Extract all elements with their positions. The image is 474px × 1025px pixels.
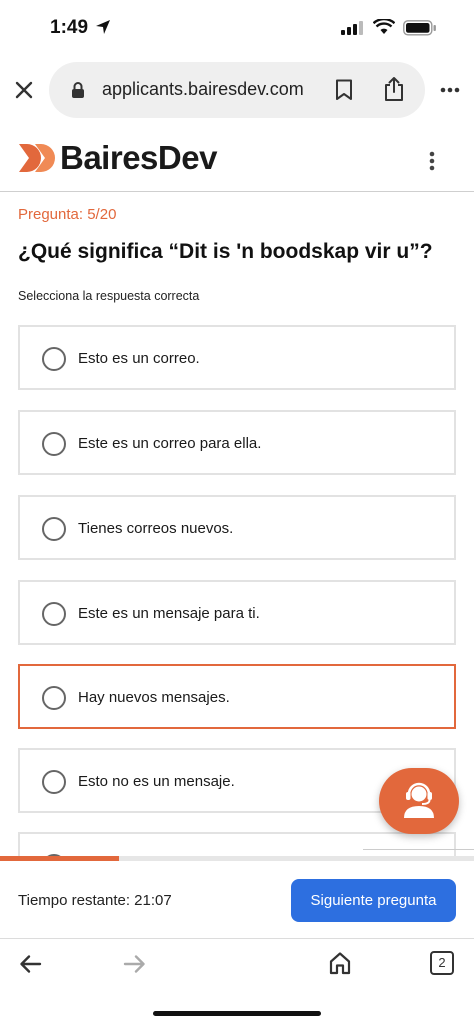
battery-icon [403, 20, 436, 36]
radio-icon[interactable] [42, 770, 66, 794]
status-time: 1:49 [50, 17, 89, 38]
share-icon[interactable] [383, 76, 405, 102]
next-question-button[interactable]: Siguiente pregunta [291, 879, 456, 922]
logo-icon[interactable] [17, 142, 55, 174]
answer-option[interactable]: Este es un correo para ella. [18, 410, 456, 475]
answer-option-label: Tienes correos nuevos. [78, 520, 234, 537]
quiz-footer: Tiempo restante: 21:07 Siguiente pregunt… [0, 861, 474, 939]
time-remaining: Tiempo restante: 21:07 [18, 892, 172, 909]
forward-arrow-icon[interactable] [122, 953, 146, 975]
question-counter: Pregunta: 5/20 [18, 206, 117, 223]
url-text: applicants.bairesdev.com [102, 79, 304, 99]
browser-toolbar: applicants.bairesdev.com [0, 60, 474, 120]
answer-option-label: Esto no es un mensaje. [78, 773, 235, 790]
kebab-menu-icon[interactable] [429, 151, 435, 171]
support-chat-button[interactable] [379, 768, 459, 834]
divider [363, 849, 474, 850]
location-arrow-icon [96, 20, 110, 34]
more-icon[interactable] [440, 87, 460, 93]
wifi-icon [373, 19, 395, 34]
answer-option-label: Este es un mensaje para ti. [78, 605, 260, 622]
tab-count-button[interactable]: 2 [430, 951, 454, 975]
close-icon[interactable] [12, 78, 36, 102]
browser-bottom-bar: 2 [0, 940, 474, 1025]
answer-option-label: Esto es un correo. [78, 350, 200, 367]
address-bar[interactable]: applicants.bairesdev.com [49, 62, 425, 118]
home-indicator [153, 1011, 321, 1016]
answer-option[interactable]: Este es un mensaje para ti. [18, 580, 456, 645]
radio-icon[interactable] [42, 686, 66, 710]
back-arrow-icon[interactable] [19, 953, 43, 975]
radio-icon[interactable] [42, 517, 66, 541]
answer-option-label: Hay nuevos mensajes. [78, 689, 230, 706]
brand-name[interactable]: BairesDev [60, 139, 217, 177]
signal-icon [341, 21, 363, 35]
home-icon[interactable] [328, 951, 352, 975]
question-title: ¿Qué significa “Dit is 'n boodskap vir u… [18, 240, 433, 263]
answer-option-label: Este es un correo para ella. [78, 435, 262, 452]
bookmark-icon[interactable] [335, 79, 353, 101]
status-bar: 1:49 [0, 0, 474, 58]
answer-option[interactable]: Esto es un correo. [18, 325, 456, 390]
lock-icon [72, 82, 84, 98]
site-header: BairesDev [0, 122, 474, 192]
support-agent-icon [404, 782, 434, 818]
radio-icon[interactable] [42, 347, 66, 371]
radio-icon[interactable] [42, 602, 66, 626]
question-instruction: Selecciona la respuesta correcta [18, 289, 200, 303]
answer-option-selected[interactable]: Hay nuevos mensajes. [18, 664, 456, 729]
radio-icon[interactable] [42, 432, 66, 456]
answer-option[interactable]: Tienes correos nuevos. [18, 495, 456, 560]
